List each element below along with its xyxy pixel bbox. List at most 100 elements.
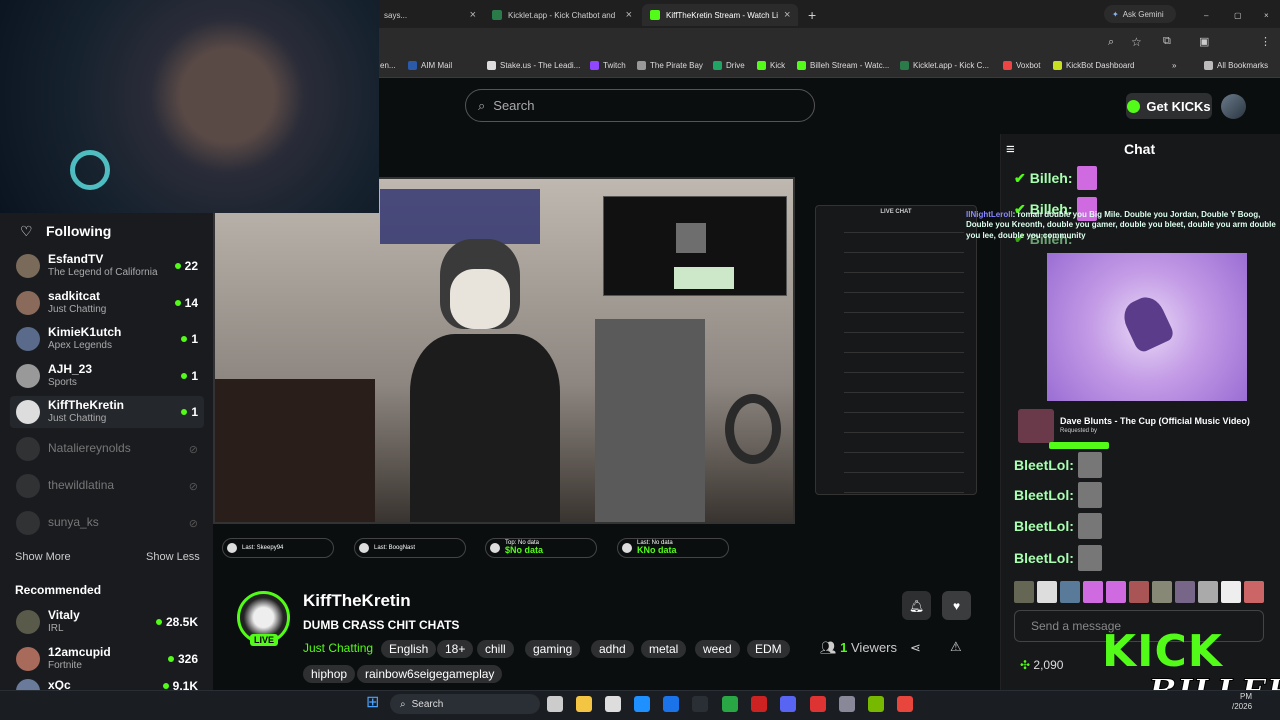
chat-username[interactable]: BleetLol: (1014, 550, 1074, 566)
xbox-icon[interactable] (722, 696, 738, 712)
search-input[interactable]: ⌕ Search (465, 89, 815, 122)
stream-tag[interactable]: EDM (747, 640, 790, 658)
chat-username[interactable]: BleetLol: (1014, 518, 1074, 534)
chat-collapse-icon[interactable]: ≡ (1006, 141, 1015, 158)
app-icon[interactable] (810, 696, 826, 712)
report-icon[interactable]: ⚠ (950, 639, 962, 655)
follow-heart-icon[interactable]: ♥ (942, 591, 971, 620)
browser-tab[interactable]: Kicklet.app - Kick Chatbot and × (484, 4, 640, 26)
get-kicks-button[interactable]: Get KICKs (1126, 93, 1212, 119)
stream-category[interactable]: Just Chatting (303, 641, 373, 655)
bookmark-star-icon[interactable]: ☆ (1131, 35, 1142, 49)
stream-tag[interactable]: English (381, 640, 437, 658)
bookmark[interactable]: KickBot Dashboard (1053, 61, 1134, 70)
show-less-button[interactable]: Show Less (146, 551, 200, 563)
zoom-icon[interactable]: ⌕ (1108, 36, 1114, 49)
emote-icon[interactable] (1221, 581, 1241, 603)
chat-username[interactable]: BleetLol: (1014, 487, 1074, 503)
close-window-icon[interactable]: × (1256, 4, 1274, 26)
bookmark[interactable]: Drive (713, 61, 745, 70)
followed-channel-offline[interactable]: sunya_ks ⊘ (10, 507, 204, 539)
emote-icon[interactable] (1014, 581, 1034, 603)
stream-tag[interactable]: chill (477, 640, 514, 658)
close-tab-icon[interactable]: × (620, 9, 632, 21)
notification-bell-icon[interactable]: 🔔︎ (902, 591, 931, 620)
windows-start-icon[interactable]: ⊞ (366, 695, 382, 711)
share-icon[interactable]: ⋖ (910, 640, 921, 656)
recommended-channel[interactable]: xQc 9.1K (10, 679, 204, 690)
stream-tag[interactable]: gaming (525, 640, 581, 658)
outlook-icon[interactable] (663, 696, 679, 712)
maximize-icon[interactable]: ▢ (1226, 4, 1244, 26)
stream-tag[interactable]: metal (641, 640, 687, 658)
bookmark[interactable]: The Pirate Bay (637, 61, 703, 70)
followed-channel-active[interactable]: KiffTheKretin Just Chatting 1 (10, 396, 204, 428)
chat-username[interactable]: IINightLeroll (966, 210, 1013, 219)
stream-tag[interactable]: 18+ (437, 640, 474, 658)
bookmark[interactable]: en... (380, 61, 396, 70)
close-tab-icon[interactable]: × (778, 9, 790, 21)
discord-icon[interactable] (780, 696, 796, 712)
emote-icon[interactable] (1060, 581, 1080, 603)
overlay-chat-line (822, 328, 972, 336)
chrome-icon[interactable] (897, 696, 913, 712)
emote-icon[interactable] (1244, 581, 1264, 603)
stream-tag[interactable]: weed (695, 640, 740, 658)
chat-username[interactable]: Billeh: (1030, 170, 1073, 186)
emote-icon[interactable] (1106, 581, 1126, 603)
emote-icon[interactable] (1198, 581, 1218, 603)
recommended-channel[interactable]: Vitaly IRL 28.5K (10, 606, 204, 638)
stream-tag[interactable]: hiphop (303, 665, 356, 683)
close-tab-icon[interactable]: × (464, 9, 476, 21)
bookmark[interactable]: Kick (757, 61, 785, 70)
edge-icon[interactable] (634, 696, 650, 712)
sub-alert-icon (359, 543, 369, 553)
extensions-icon[interactable]: ⧉ (1163, 35, 1171, 48)
browser-tab[interactable]: says... × (376, 4, 484, 26)
store-icon[interactable] (605, 696, 621, 712)
menu-dots-icon[interactable]: ⋮ (1260, 35, 1271, 48)
sidebar-icon[interactable]: ▣ (1199, 35, 1209, 48)
more-bookmarks-icon[interactable]: » (1172, 61, 1176, 70)
emote-icon[interactable] (1175, 581, 1195, 603)
viewers-icon: 👥︎ (820, 640, 837, 655)
bookmark[interactable]: Stake.us - The Leadi... (487, 61, 580, 70)
show-more-button[interactable]: Show More (15, 551, 71, 563)
emote-icon[interactable] (1152, 581, 1172, 603)
overlay-chat-line (822, 288, 972, 296)
bookmark[interactable]: Voxbot (1003, 61, 1040, 70)
task-view-icon[interactable] (547, 696, 563, 712)
minimize-icon[interactable]: – (1196, 4, 1214, 26)
avatar (16, 254, 40, 278)
followed-channel-offline[interactable]: Natalіereynolds ⊘ (10, 433, 204, 465)
followed-channel[interactable]: AJH_23 Sports 1 (10, 360, 204, 392)
followed-channel[interactable]: sadkitcat Just Chatting 14 (10, 287, 204, 319)
app-icon[interactable] (751, 696, 767, 712)
all-bookmarks[interactable]: All Bookmarks (1204, 61, 1268, 70)
new-tab-icon[interactable]: + (800, 4, 820, 26)
excel-icon[interactable] (692, 696, 708, 712)
bookmark[interactable]: AIM Mail (408, 61, 452, 70)
taskbar-search[interactable]: ⌕ Search (390, 694, 540, 714)
channel-points[interactable]: ✣ 2,090 (1020, 658, 1063, 672)
stream-tag[interactable]: adhd (591, 640, 634, 658)
settings-icon[interactable] (839, 696, 855, 712)
emote-icon[interactable] (1083, 581, 1103, 603)
followed-channel[interactable]: KimieK1utch Apex Legends 1 (10, 323, 204, 355)
followed-channel[interactable]: EsfandTV The Legend of California 22 (10, 250, 204, 282)
recommended-channel[interactable]: 12amcupid Fortnite 326 (10, 643, 204, 675)
nvidia-icon[interactable] (868, 696, 884, 712)
bookmark[interactable]: Twitch (590, 61, 626, 70)
emote-icon[interactable] (1129, 581, 1149, 603)
file-explorer-icon[interactable] (576, 696, 592, 712)
followed-channel-offline[interactable]: thewildlatina ⊘ (10, 470, 204, 502)
bookmark[interactable]: Billeh Stream - Watc... (797, 61, 889, 70)
bookmark[interactable]: Kicklet.app - Kick C... (900, 61, 989, 70)
user-avatar[interactable] (1221, 94, 1246, 119)
browser-tab-active[interactable]: KiffTheKretin Stream - Watch Li × (642, 4, 798, 26)
ask-gemini-button[interactable]: ✦ Ask Gemini (1104, 5, 1176, 23)
emote-icon[interactable] (1037, 581, 1057, 603)
chat-username[interactable]: BleetLol: (1014, 457, 1074, 473)
stream-tag[interactable]: rainbow6seigegameplay (357, 665, 503, 683)
channel-name[interactable]: KiffTheKretin (303, 591, 411, 611)
